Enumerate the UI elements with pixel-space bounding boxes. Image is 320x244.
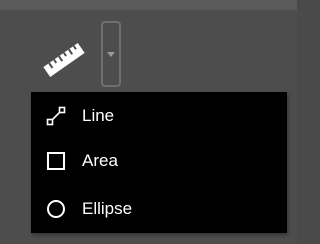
measure-tool-button[interactable] [36,40,92,84]
chevron-down-icon [106,45,116,63]
menu-item-area[interactable]: Area [31,141,287,181]
ruler-icon [40,42,88,83]
menu-item-line[interactable]: Line [31,96,287,136]
line-measure-icon [46,106,66,126]
menu-item-ellipse[interactable]: Ellipse [31,189,287,229]
menu-item-label: Line [82,106,115,125]
toolbar-strip [0,0,297,10]
measure-dropdown-toggle[interactable] [101,21,121,87]
square-icon [46,151,66,171]
measure-tool-panel: Line Area Ellipse [0,0,297,244]
menu-item-label: Area [82,151,118,170]
circle-icon [46,199,66,219]
measure-dropdown-menu: Line Area Ellipse [31,92,287,233]
menu-item-label: Ellipse [82,199,133,218]
